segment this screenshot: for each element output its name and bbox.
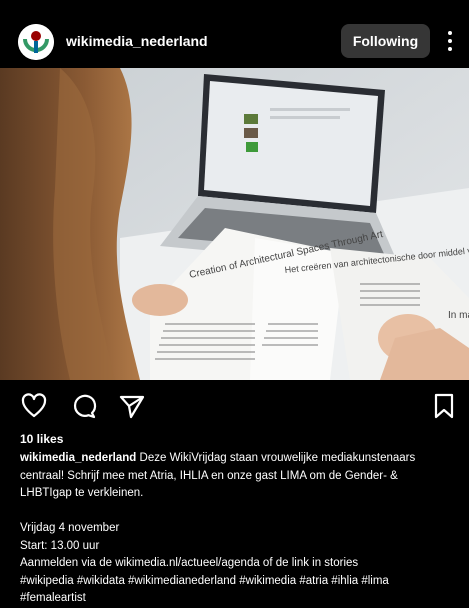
caption-line: Aanmelden via de wikimedia.nl/actueel/ag… bbox=[20, 557, 359, 569]
post-photo[interactable]: Creation of Architectural Spaces Through… bbox=[0, 68, 469, 380]
caption-line: Deze WikiVrijdag staan vrouwelijke media… bbox=[139, 452, 416, 464]
share-icon[interactable] bbox=[118, 392, 146, 420]
more-options-icon[interactable] bbox=[442, 28, 458, 54]
caption-line: centraal! Schrijf mee met Atria, IHLIA e… bbox=[20, 469, 398, 482]
comment-icon[interactable] bbox=[70, 392, 98, 420]
photo-illustration: Creation of Architectural Spaces Through… bbox=[0, 68, 469, 380]
caption-line: Vrijdag 4 november bbox=[20, 522, 120, 534]
username[interactable]: wikimedia_nederland bbox=[66, 33, 208, 49]
photo-far-right-text: In ma bbox=[448, 310, 469, 321]
heart-icon[interactable] bbox=[20, 392, 48, 420]
caption-username[interactable]: wikimedia_nederland bbox=[20, 452, 136, 464]
caption: wikimedia_nederland Deze WikiVrijdag sta… bbox=[20, 450, 458, 608]
caption-line: Start: 13.00 uur bbox=[20, 539, 100, 552]
following-button[interactable]: Following bbox=[341, 24, 430, 58]
post-header: wikimedia_nederland Following bbox=[0, 0, 469, 68]
wikimedia-logo-icon bbox=[18, 24, 54, 60]
avatar[interactable] bbox=[18, 24, 54, 60]
caption-line: LHBTIgap te verkleinen. bbox=[20, 487, 144, 499]
caption-hashtags[interactable]: #wikipedia #wikidata #wikimedianederland… bbox=[20, 573, 458, 591]
post-actions bbox=[0, 384, 469, 428]
likes-count[interactable]: 10 likes bbox=[20, 432, 63, 446]
svg-text:In ma: In ma bbox=[448, 310, 469, 321]
bookmark-icon[interactable] bbox=[430, 392, 458, 420]
